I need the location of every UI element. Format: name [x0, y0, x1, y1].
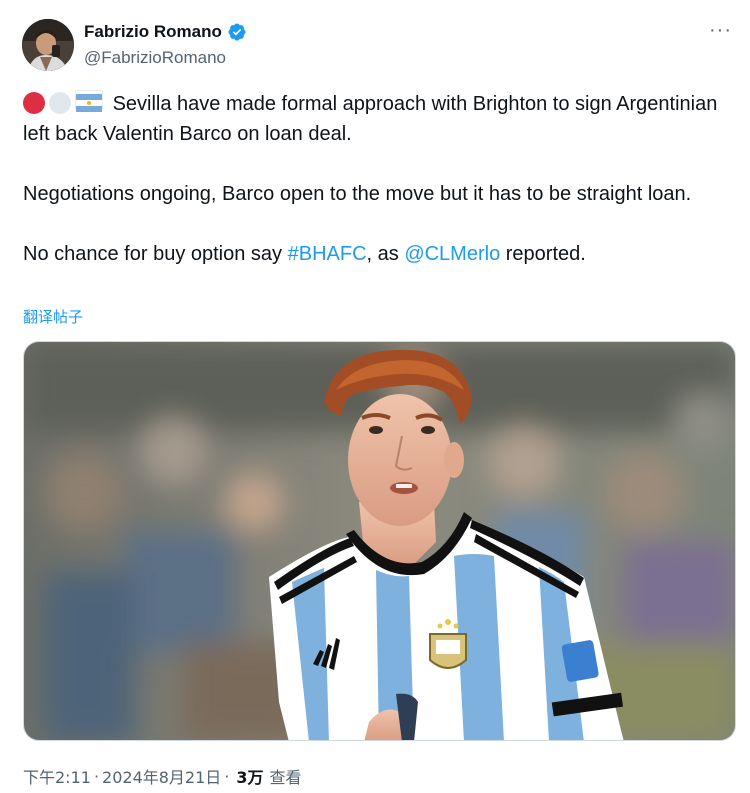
mention-link[interactable]: @CLMerlo — [404, 243, 500, 265]
verified-badge-icon — [227, 22, 247, 42]
hashtag-link[interactable]: #BHAFC — [288, 243, 367, 265]
para3-text-before: No chance for buy option say — [23, 243, 288, 265]
white-circle-emoji-icon — [49, 92, 71, 114]
tweet-card: Fabrizio Romano @FabrizioRomano ··· Sevi… — [0, 0, 750, 793]
tweet-paragraph-3: No chance for buy option say #BHAFC, as … — [23, 239, 723, 269]
tweet-meta: 下午2:11 · 2024年8月21日 · 3万 查看 — [23, 764, 302, 788]
meta-separator: · — [93, 766, 100, 786]
meta-separator-2: · — [224, 766, 230, 786]
tweet-text: Sevilla have made formal approach with B… — [23, 89, 723, 269]
para3-text-middle: , as — [366, 243, 405, 265]
argentina-flag-emoji-icon — [75, 90, 103, 112]
author-display-name[interactable]: Fabrizio Romano — [84, 22, 222, 42]
author-handle[interactable]: @FabrizioRomano — [84, 48, 226, 68]
red-circle-emoji-icon — [23, 92, 45, 114]
views-count: 3万 — [236, 768, 264, 787]
tweet-media-image[interactable] — [23, 341, 736, 741]
tweet-paragraph-2: Negotiations ongoing, Barco open to the … — [23, 183, 692, 205]
tweet-date[interactable]: 2024年8月21日 — [102, 764, 221, 788]
para3-text-after: reported. — [500, 243, 586, 265]
translate-post-link[interactable]: 翻译帖子 — [23, 306, 83, 327]
tweet-time[interactable]: 下午2:11 — [23, 764, 91, 788]
more-options-icon[interactable]: ··· — [709, 20, 732, 40]
tweet-paragraph-1: Sevilla have made formal approach with B… — [23, 89, 723, 149]
author-name-row[interactable]: Fabrizio Romano — [84, 22, 247, 42]
views-label: 查看 — [269, 768, 302, 787]
author-avatar[interactable] — [22, 19, 74, 71]
tweet-line-1: Sevilla have made formal approach with B… — [23, 93, 718, 145]
